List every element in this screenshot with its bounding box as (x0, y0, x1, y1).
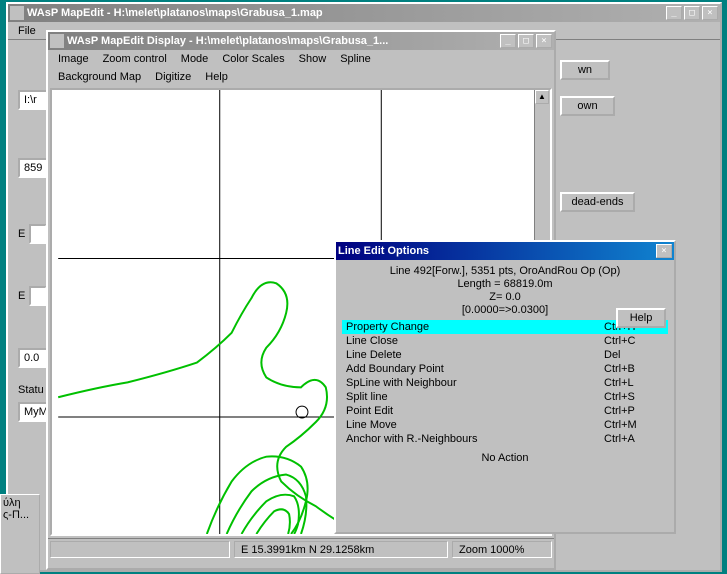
help-button[interactable]: Help (616, 308, 666, 328)
dialog-titlebar[interactable]: Line Edit Options × (336, 242, 674, 260)
menu-item-label: Point Edit (346, 405, 604, 417)
e1-field[interactable] (29, 224, 47, 244)
menu-item-label: Property Change (346, 321, 604, 333)
menu-item-shortcut: Ctrl+M (604, 419, 664, 431)
app-icon (50, 34, 64, 48)
menu-item-label: Line Delete (346, 349, 604, 361)
dialog-menu-item[interactable]: Point EditCtrl+P (342, 404, 668, 418)
menu-item-label: Anchor with R.-Neighbours (346, 433, 604, 445)
close-button[interactable]: × (656, 244, 672, 258)
display-statusbar: E 15.3991km N 29.1258km Zoom 1000% (48, 538, 554, 560)
menu-digitize[interactable]: Digitize (149, 69, 197, 85)
deadends-button[interactable]: dead-ends (560, 192, 635, 212)
status-blank (50, 541, 230, 558)
dialog-menu-item[interactable]: SpLine with NeighbourCtrl+L (342, 376, 668, 390)
menu-item-shortcut: Ctrl+L (604, 377, 664, 389)
menu-spline[interactable]: Spline (334, 51, 377, 67)
path-field[interactable]: I:\r (18, 90, 48, 110)
dialog-info-line: Line 492[Forw.], 5351 pts, OroAndRou Op … (342, 265, 668, 277)
taskbar-text: ύλη ς-Π... (3, 497, 29, 521)
close-button[interactable]: × (536, 34, 552, 48)
e2-field[interactable] (29, 286, 47, 306)
main-titlebar[interactable]: WAsP MapEdit - H:\melet\platanos\maps\Gr… (8, 4, 720, 22)
menu-color-scales[interactable]: Color Scales (216, 51, 290, 67)
menu-item-label: Line Close (346, 335, 604, 347)
app-icon (10, 6, 24, 20)
dialog-body: Line 492[Forw.], 5351 pts, OroAndRou Op … (336, 260, 674, 468)
scroll-up-button[interactable]: ▲ (535, 90, 549, 104)
display-titlebar[interactable]: WAsP MapEdit Display - H:\melet\platanos… (48, 32, 554, 50)
dialog-info-z: Z= 0.0 (342, 291, 668, 303)
menu-item-shortcut: Ctrl+P (604, 405, 664, 417)
main-title: WAsP MapEdit - H:\melet\platanos\maps\Gr… (27, 7, 664, 19)
display-menubar-row2: Background Map Digitize Help (48, 68, 554, 86)
menu-item-shortcut: Ctrl+C (604, 335, 664, 347)
no-action-item[interactable]: No Action (342, 452, 668, 464)
display-menubar-row1: Image Zoom control Mode Color Scales Sho… (48, 50, 554, 68)
maximize-button[interactable]: □ (684, 6, 700, 20)
menu-help[interactable]: Help (199, 69, 234, 85)
val0-field[interactable]: 0.0 (18, 348, 48, 368)
dialog-title: Line Edit Options (338, 245, 654, 257)
taskbar-fragment[interactable]: ύλη ς-Π... (0, 494, 40, 574)
menu-image[interactable]: Image (52, 51, 95, 67)
dialog-menu-item[interactable]: Line CloseCtrl+C (342, 334, 668, 348)
dialog-menu-item[interactable]: Add Boundary PointCtrl+B (342, 362, 668, 376)
menu-item-label: Split line (346, 391, 604, 403)
menu-file[interactable]: File (12, 23, 42, 39)
status-coord: E 15.3991km N 29.1258km (234, 541, 448, 558)
menu-item-shortcut: Del (604, 349, 664, 361)
status-zoom: Zoom 1000% (452, 541, 552, 558)
menu-show[interactable]: Show (293, 51, 333, 67)
status-label: Statu (18, 384, 44, 396)
menu-mode[interactable]: Mode (175, 51, 215, 67)
label-e1: E (18, 228, 25, 240)
menu-item-label: Line Move (346, 419, 604, 431)
menu-item-label: Add Boundary Point (346, 363, 604, 375)
menu-item-shortcut: Ctrl+A (604, 433, 664, 445)
menu-item-label: SpLine with Neighbour (346, 377, 604, 389)
dialog-info-length: Length = 68819.0m (342, 278, 668, 290)
close-button[interactable]: × (702, 6, 718, 20)
dialog-menu-item[interactable]: Split lineCtrl+S (342, 390, 668, 404)
right-btn-1[interactable]: wn (560, 60, 610, 80)
dialog-menu-item[interactable]: Anchor with R.-NeighboursCtrl+A (342, 432, 668, 446)
minimize-button[interactable]: _ (500, 34, 516, 48)
maximize-button[interactable]: □ (518, 34, 534, 48)
dialog-menu-item[interactable]: Line MoveCtrl+M (342, 418, 668, 432)
dialog-menu-list: Property ChangeCtrl+HLine CloseCtrl+CLin… (342, 320, 668, 446)
menu-background-map[interactable]: Background Map (52, 69, 147, 85)
display-title: WAsP MapEdit Display - H:\melet\platanos… (67, 35, 498, 47)
label-e2: E (18, 290, 25, 302)
dialog-menu-item[interactable]: Line DeleteDel (342, 348, 668, 362)
menu-item-shortcut: Ctrl+S (604, 391, 664, 403)
right-btn-2[interactable]: own (560, 96, 615, 116)
minimize-button[interactable]: _ (666, 6, 682, 20)
menu-zoom-control[interactable]: Zoom control (97, 51, 173, 67)
menu-item-shortcut: Ctrl+B (604, 363, 664, 375)
line-edit-dialog: Line Edit Options × Line 492[Forw.], 535… (334, 240, 676, 534)
